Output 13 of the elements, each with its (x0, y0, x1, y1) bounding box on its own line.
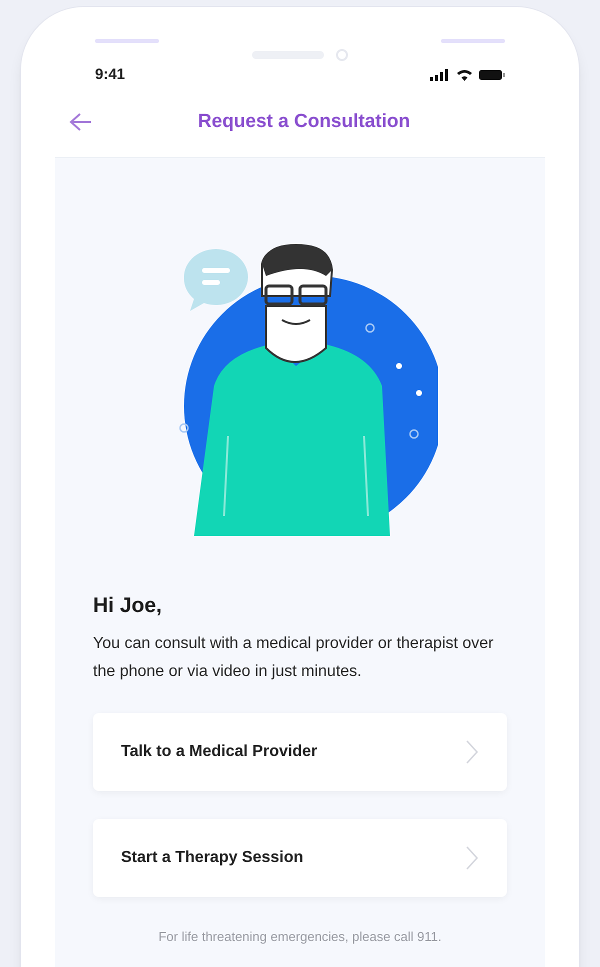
option-card[interactable]: Start a Therapy Session (93, 818, 507, 896)
battery-icon (479, 69, 505, 81)
status-time: 9:41 (95, 64, 126, 85)
chevron-right-icon (465, 844, 479, 870)
chevron-right-icon (465, 738, 479, 764)
intro-paragraph: You can consult with a medical provider or therapist over the phone or via video in just minutes. (93, 634, 495, 682)
signal-icon (430, 69, 450, 81)
back-arrow-icon (69, 112, 93, 132)
wifi-icon (456, 69, 473, 81)
header-title: Request a Consultation (196, 110, 412, 134)
greeting: Hi Joe, (93, 593, 163, 619)
option-card[interactable]: Talk to a Medical Provider (93, 712, 507, 790)
emergency-note: For life threatening emergencies, please call 911. (157, 928, 443, 946)
